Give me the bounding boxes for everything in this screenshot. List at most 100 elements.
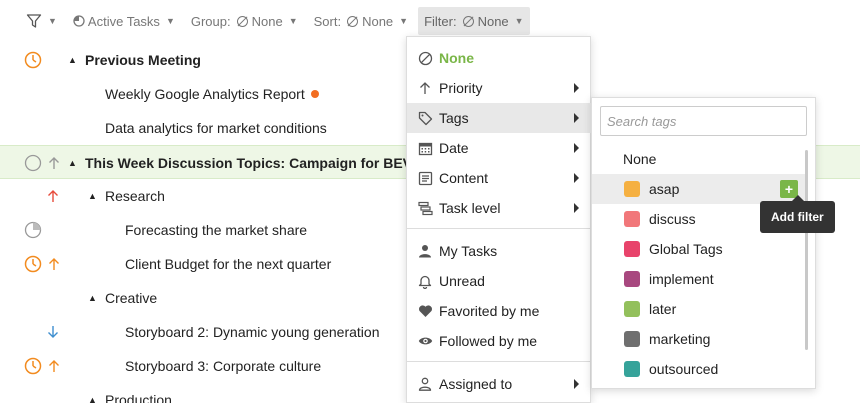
timer-icon <box>24 357 42 375</box>
arrow-up-icon <box>49 157 59 169</box>
filter-menu-item-task-level[interactable]: Task level <box>407 193 591 223</box>
bell-icon <box>417 273 433 289</box>
tags-scrollbar[interactable] <box>805 150 808 350</box>
chevron-right-icon <box>574 113 579 123</box>
task-gutter <box>47 179 59 213</box>
task-title[interactable]: Research <box>105 179 165 213</box>
eye-icon <box>417 333 433 349</box>
collapse-triangle-icon[interactable]: ▲ <box>68 146 77 180</box>
task-title[interactable]: This Week Discussion Topics: Campaign fo… <box>85 146 442 180</box>
arrow-up-icon <box>48 190 58 202</box>
chevron-right-icon <box>574 83 579 93</box>
chevron-right-icon <box>574 203 579 213</box>
task-title[interactable]: Data analytics for market conditions <box>105 111 327 145</box>
tag-search-input[interactable] <box>600 106 807 136</box>
task-gutter <box>24 213 42 247</box>
task-title[interactable]: Production <box>105 383 172 403</box>
task-title[interactable]: Forecasting the market share <box>125 213 307 247</box>
arrow-down-icon <box>48 326 58 338</box>
arrow-up-icon <box>49 360 59 372</box>
task-title[interactable]: Storyboard 2: Dynamic young generation <box>125 315 379 349</box>
chevron-down-icon: ▼ <box>288 16 298 26</box>
none-icon <box>236 15 248 27</box>
task-title[interactable]: Previous Meeting <box>85 43 201 77</box>
tag-label: outsourced <box>649 361 719 377</box>
collapse-triangle-icon[interactable]: ▲ <box>88 281 97 315</box>
tag-item-outsourced[interactable]: outsourced <box>592 354 806 384</box>
task-title-text: Weekly Google Analytics Report <box>105 86 305 102</box>
tag-color-swatch <box>624 181 640 197</box>
tag-label: Global Tags <box>649 241 723 257</box>
view-label: Active Tasks <box>87 13 160 29</box>
tag-label: later <box>649 301 677 317</box>
collapse-triangle-icon[interactable]: ▲ <box>68 43 77 77</box>
task-gutter <box>24 349 60 383</box>
filter-menu-item-assigned-to[interactable]: Assigned to <box>407 369 591 399</box>
tag-label: implement <box>649 271 714 287</box>
task-title[interactable]: Client Budget for the next quarter <box>125 247 331 281</box>
group-dropdown[interactable]: Group: None ▼ <box>191 7 298 35</box>
tag-color-swatch <box>624 241 640 257</box>
filter-menu-item-priority[interactable]: Priority <box>407 73 591 103</box>
document-icon <box>417 170 433 186</box>
status-circle-icon[interactable] <box>24 154 42 172</box>
group-value: None <box>251 13 283 29</box>
sort-dropdown[interactable]: Sort: None ▼ <box>314 7 408 35</box>
filter-menu-item-content[interactable]: Content <box>407 163 591 193</box>
tag-item-asap[interactable]: asap + <box>592 174 806 204</box>
view-dropdown[interactable]: Active Tasks ▼ <box>73 7 175 35</box>
menu-divider <box>407 228 591 229</box>
menu-label: Favorited by me <box>439 303 540 319</box>
task-gutter <box>24 146 60 180</box>
task-title[interactable]: Storyboard 3: Corporate culture <box>125 349 321 383</box>
tag-item-marketing[interactable]: marketing <box>592 324 806 354</box>
tag-item-global-tags[interactable]: Global Tags <box>592 234 806 264</box>
timer-icon <box>24 51 42 69</box>
chevron-down-icon: ▼ <box>165 16 175 26</box>
tag-item-later[interactable]: later <box>592 294 806 324</box>
collapse-triangle-icon[interactable]: ▲ <box>88 383 97 403</box>
filter-menu-item-none[interactable]: None <box>407 43 591 73</box>
arrow-up-icon <box>417 80 433 96</box>
tag-item-none[interactable]: None <box>592 144 806 174</box>
tag-label: None <box>623 151 657 167</box>
menu-label: Priority <box>439 80 483 96</box>
tag-color-swatch <box>624 271 640 287</box>
collapse-triangle-icon[interactable]: ▲ <box>88 179 97 213</box>
tag-color-swatch <box>624 301 640 317</box>
pie-icon <box>73 15 85 27</box>
filter-menu-item-followed[interactable]: Followed by me <box>407 326 591 356</box>
unread-dot-icon <box>310 90 319 98</box>
sort-value: None <box>362 13 394 29</box>
filter-menu: None Priority Tags Date Content Task lev… <box>406 36 591 403</box>
filter-menu-item-unread[interactable]: Unread <box>407 266 591 296</box>
filter-menu-item-tags[interactable]: Tags <box>407 103 591 133</box>
menu-divider <box>407 361 591 362</box>
menu-label: Unread <box>439 273 485 289</box>
menu-label: Assigned to <box>439 376 513 392</box>
menu-label: Date <box>439 140 469 156</box>
person-icon <box>417 243 433 259</box>
group-label: Group: <box>190 13 231 29</box>
filter-dropdown[interactable]: Filter: None ▼ <box>418 7 530 35</box>
task-title[interactable]: Creative <box>105 281 157 315</box>
tag-color-swatch <box>624 331 640 347</box>
menu-label: Followed by me <box>439 333 538 349</box>
tag-item-implement[interactable]: implement <box>592 264 806 294</box>
calendar-icon <box>417 140 433 156</box>
menu-label: None <box>439 50 474 66</box>
filter-toggle-button[interactable]: ▼ <box>26 7 57 35</box>
chevron-down-icon: ▼ <box>399 16 409 26</box>
chevron-down-icon: ▼ <box>514 16 524 26</box>
chevron-right-icon <box>574 173 579 183</box>
filter-menu-item-my-tasks[interactable]: My Tasks <box>407 236 591 266</box>
chevron-down-icon: ▼ <box>48 16 57 26</box>
filter-menu-item-date[interactable]: Date <box>407 133 591 163</box>
sort-label: Sort: <box>313 13 342 29</box>
filter-menu-item-favorited[interactable]: Favorited by me <box>407 296 591 326</box>
tags-submenu: None asap + discuss Global Tags implemen… <box>591 97 816 389</box>
task-title[interactable]: Weekly Google Analytics Report <box>105 77 319 111</box>
progress-pie-icon <box>24 221 42 239</box>
menu-label: Task level <box>439 200 501 216</box>
chevron-right-icon <box>574 143 579 153</box>
